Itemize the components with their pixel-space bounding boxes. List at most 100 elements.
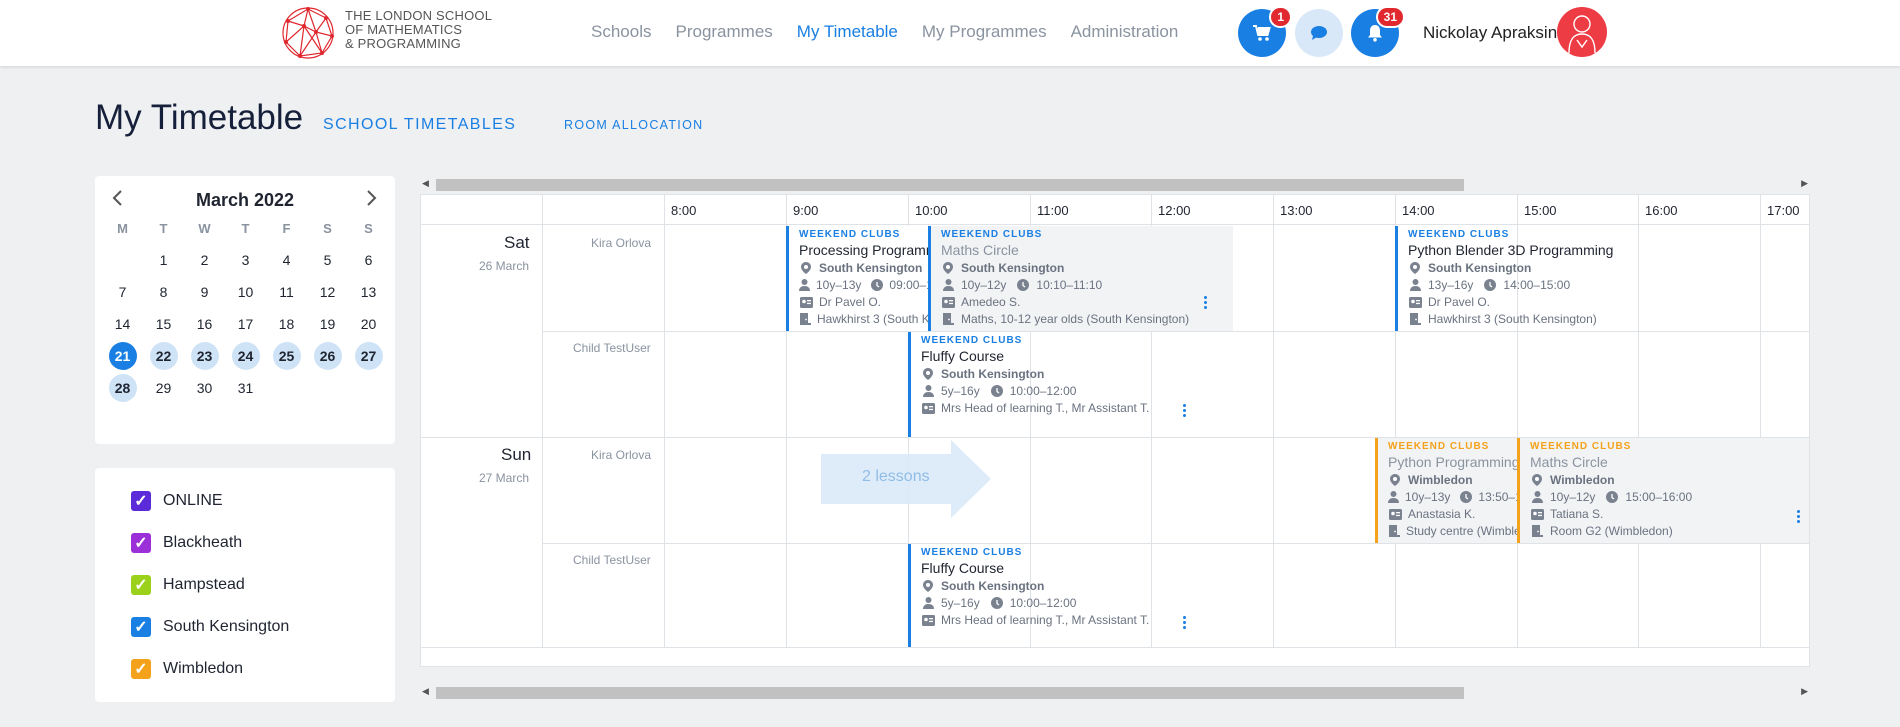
calendar-day[interactable]: 11 (266, 276, 307, 308)
more-options-icon[interactable] (1183, 404, 1187, 418)
lesson-title: Python Blender 3D Programming (1408, 242, 1614, 258)
calendar-day[interactable]: 18 (266, 308, 307, 340)
calendar-day[interactable]: 21 (102, 340, 143, 372)
lesson-card[interactable]: WEEKEND CLUBS Maths Circle South Kensing… (928, 226, 1233, 331)
notifications-button[interactable]: 31 (1351, 6, 1405, 57)
scroll-left-icon[interactable]: ◀ (422, 686, 429, 697)
filter-wimbledon[interactable]: ✓ Wimbledon (131, 656, 243, 682)
calendar-day[interactable]: 12 (307, 276, 348, 308)
scroll-right-icon[interactable]: ▶ (1801, 686, 1808, 697)
calendar-day[interactable]: 10 (225, 276, 266, 308)
calendar-day[interactable]: 30 (184, 372, 225, 404)
checkbox-checked-icon[interactable]: ✓ (131, 659, 151, 679)
person-icon (799, 279, 810, 291)
filter-online[interactable]: ✓ ONLINE (131, 488, 223, 514)
hours-header (421, 195, 1809, 225)
nav-administration[interactable]: Administration (1071, 22, 1179, 42)
cart-icon (1253, 25, 1271, 41)
filter-hampstead[interactable]: ✓ Hampstead (131, 572, 245, 598)
checkbox-checked-icon[interactable]: ✓ (131, 491, 151, 511)
calendar-day[interactable]: 1 (143, 244, 184, 276)
calendar-day[interactable]: 15 (143, 308, 184, 340)
scrollbar-thumb[interactable] (436, 179, 1464, 191)
more-options-icon[interactable] (1204, 296, 1208, 310)
school-name-line: THE LONDON SCHOOL (345, 8, 493, 23)
checkbox-checked-icon[interactable]: ✓ (131, 617, 151, 637)
clock-icon (1460, 491, 1473, 503)
teacher-card-icon (1408, 296, 1422, 308)
calendar-day[interactable]: 5 (307, 244, 348, 276)
calendar-day-number: 20 (360, 316, 377, 332)
lesson-card[interactable]: WEEKEND CLUBS Maths Circle Wimbledon 10y… (1517, 438, 1809, 543)
calendar-day[interactable]: 3 (225, 244, 266, 276)
nav-programmes[interactable]: Programmes (675, 22, 772, 42)
calendar-day[interactable]: 8 (143, 276, 184, 308)
calendar-day[interactable]: 19 (307, 308, 348, 340)
school-logo-icon[interactable] (280, 6, 336, 60)
lesson-age: 10y–13y (816, 278, 862, 292)
calendar-day[interactable]: 27 (348, 340, 389, 372)
clock-icon (990, 385, 1004, 397)
calendar-day[interactable]: 26 (307, 340, 348, 372)
calendar-day[interactable]: 28 (102, 372, 143, 404)
calendar-day[interactable]: 7 (102, 276, 143, 308)
day-name: Sat (504, 233, 530, 252)
calendar-day[interactable]: 17 (225, 308, 266, 340)
tab-school-timetables[interactable]: SCHOOL TIMETABLES (323, 116, 516, 134)
location-filters: ✓ ONLINE ✓ Blackheath ✓ Hampstead ✓ Sout… (95, 468, 395, 702)
calendar-day[interactable]: 9 (184, 276, 225, 308)
nav-my-programmes[interactable]: My Programmes (922, 22, 1047, 42)
mini-calendar: March 2022 M T W T F S S 1 2 3 4 5 6 7 8 9 10 11 12 13 14 15 1… (95, 176, 395, 444)
user-name[interactable]: Nickolay Apraksin (1423, 23, 1557, 43)
more-options-icon[interactable] (1797, 510, 1801, 524)
lesson-card[interactable]: WEEKEND CLUBS Fluffy Course South Kensin… (908, 332, 1203, 437)
avatar[interactable] (1557, 7, 1607, 57)
lesson-room: Study centre (Wimbledon) (1406, 524, 1517, 538)
scroll-right-icon[interactable]: ▶ (1801, 178, 1808, 189)
checkbox-checked-icon[interactable]: ✓ (131, 575, 151, 595)
calendar-grid: M T W T F S S 1 2 3 4 5 6 7 8 9 10 11 12 13 14 15 16 17 18 19 20 21… (102, 220, 388, 404)
calendar-day-number: 28 (108, 374, 137, 402)
lesson-card[interactable]: WEEKEND CLUBS Python Programming Wimbled… (1375, 438, 1517, 543)
next-month-button[interactable] (365, 188, 377, 210)
filter-south-kensington[interactable]: ✓ South Kensington (131, 614, 289, 640)
calendar-day[interactable]: 22 (143, 340, 184, 372)
calendar-day[interactable]: 16 (184, 308, 225, 340)
calendar-day[interactable]: 25 (266, 340, 307, 372)
checkbox-checked-icon[interactable]: ✓ (131, 533, 151, 553)
nav-schools[interactable]: Schools (591, 22, 651, 42)
scroll-left-icon[interactable]: ◀ (422, 178, 429, 189)
calendar-day[interactable]: 24 (225, 340, 266, 372)
calendar-day[interactable]: 6 (348, 244, 389, 276)
calendar-day[interactable]: 29 (143, 372, 184, 404)
calendar-day-number: 9 (200, 284, 209, 300)
calendar-day[interactable]: 14 (102, 308, 143, 340)
teacher-card-icon (941, 296, 955, 308)
lesson-card[interactable]: WEEKEND CLUBS Fluffy Course South Kensin… (908, 544, 1203, 647)
calendar-day[interactable]: 2 (184, 244, 225, 276)
horizontal-scrollbar-bottom[interactable]: ◀ ▶ (420, 684, 1810, 699)
tab-room-allocation[interactable]: ROOM ALLOCATION (564, 118, 703, 132)
calendar-day[interactable]: 23 (184, 340, 225, 372)
horizontal-scrollbar-top[interactable]: ◀ ▶ (420, 176, 1810, 191)
overlap-lessons-label[interactable]: 2 lessons (862, 468, 930, 486)
filter-blackheath[interactable]: ✓ Blackheath (131, 530, 242, 556)
nav-my-timetable[interactable]: My Timetable (797, 22, 898, 42)
top-navigation-bar: THE LONDON SCHOOL OF MATHEMATICS & PROGR… (0, 0, 1900, 66)
messages-button[interactable] (1295, 9, 1343, 57)
hour-label: 8:00 (671, 203, 697, 218)
calendar-day[interactable]: 4 (266, 244, 307, 276)
lesson-club: WEEKEND CLUBS (921, 547, 1023, 558)
calendar-day[interactable]: 13 (348, 276, 389, 308)
lesson-card[interactable]: WEEKEND CLUBS Processing Programming Sou… (786, 226, 931, 331)
more-options-icon[interactable] (1183, 616, 1187, 630)
filter-label: South Kensington (163, 618, 290, 635)
school-name[interactable]: THE LONDON SCHOOL OF MATHEMATICS & PROGR… (345, 9, 492, 51)
cart-button[interactable]: 1 (1238, 6, 1292, 57)
calendar-day[interactable]: 31 (225, 372, 266, 404)
scrollbar-thumb[interactable] (436, 687, 1464, 699)
weekday-label: W (198, 221, 211, 236)
lesson-club: WEEKEND CLUBS (1388, 441, 1490, 452)
calendar-day[interactable]: 20 (348, 308, 389, 340)
lesson-card[interactable]: WEEKEND CLUBS Python Blender 3D Programm… (1395, 226, 1665, 331)
